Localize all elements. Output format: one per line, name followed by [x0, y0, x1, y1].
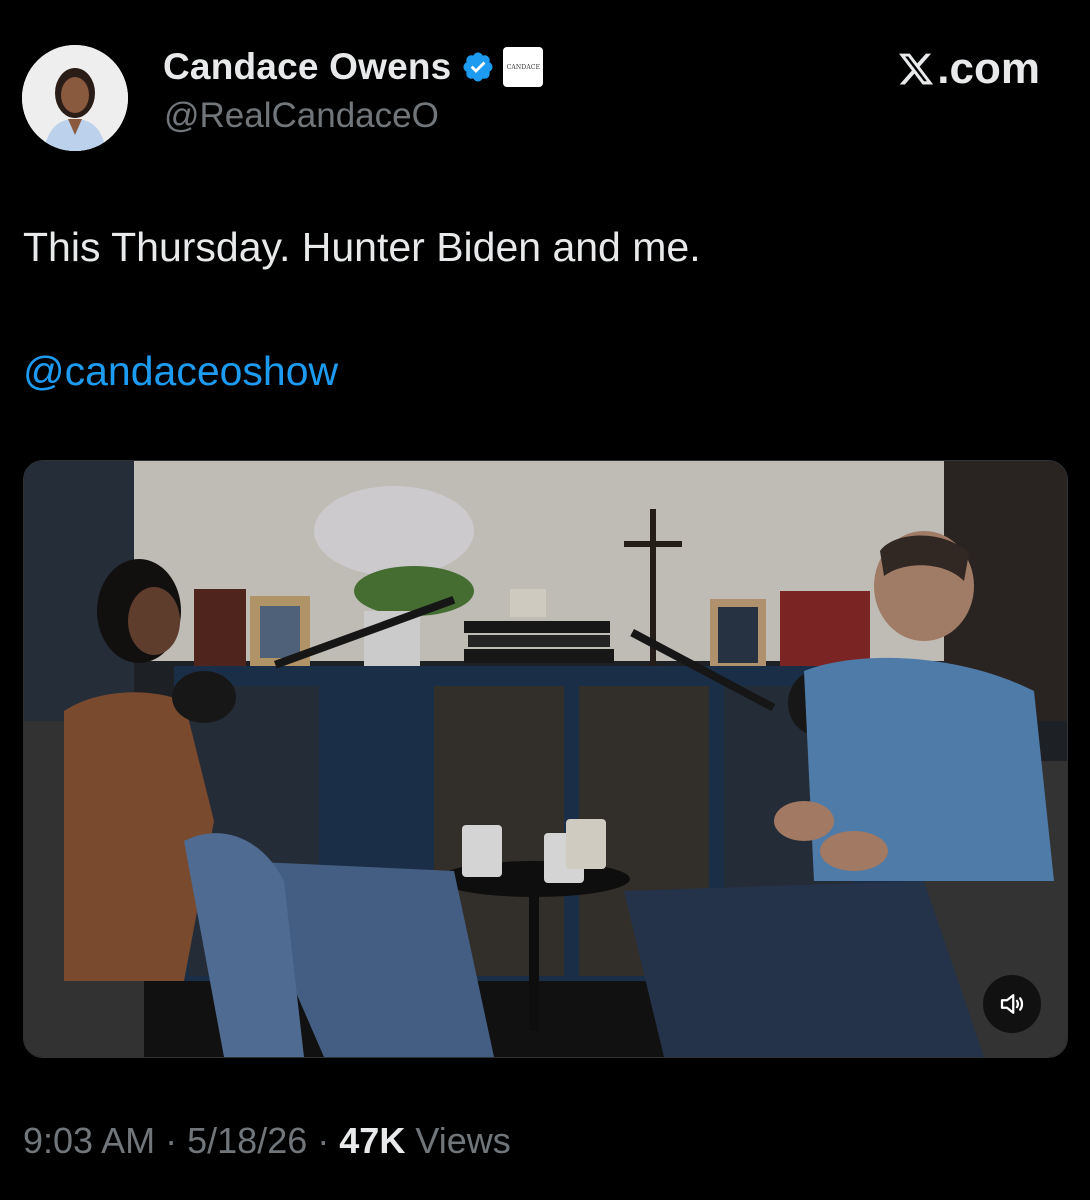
affiliate-badge[interactable]: CANDACE	[503, 47, 544, 87]
views-count[interactable]: 47K	[339, 1120, 405, 1161]
avatar-image	[22, 45, 128, 151]
tweet-date[interactable]: 5/18/26	[187, 1120, 307, 1161]
meta-separator: ·	[165, 1120, 178, 1161]
views-label: Views	[415, 1120, 511, 1161]
tweet-meta: 9:03 AM · 5/18/26 · 47K Views	[23, 1120, 511, 1162]
tweet-time[interactable]: 9:03 AM	[23, 1120, 155, 1161]
mute-toggle-button[interactable]	[983, 975, 1041, 1033]
tweet-text: This Thursday. Hunter Biden and me.	[23, 224, 701, 270]
x-logo-icon	[899, 53, 934, 85]
affiliate-badge-logo: CANDACE	[506, 63, 541, 71]
speaker-muted-icon	[1000, 994, 1024, 1014]
site-domain-suffix: .com	[937, 44, 1040, 93]
site-logo: .com	[897, 44, 1040, 94]
author-display-name[interactable]: Candace Owens	[163, 46, 451, 88]
author-name-row: Candace Owens CANDACE	[163, 44, 544, 90]
verified-badge-icon[interactable]	[461, 50, 495, 84]
video-frame	[24, 461, 1067, 1057]
author-avatar[interactable]	[22, 45, 128, 151]
mention-link[interactable]: @candaceoshow	[23, 348, 338, 395]
meta-separator: ·	[317, 1120, 330, 1161]
video-player[interactable]	[23, 460, 1068, 1058]
author-handle[interactable]: @RealCandaceO	[164, 96, 439, 136]
